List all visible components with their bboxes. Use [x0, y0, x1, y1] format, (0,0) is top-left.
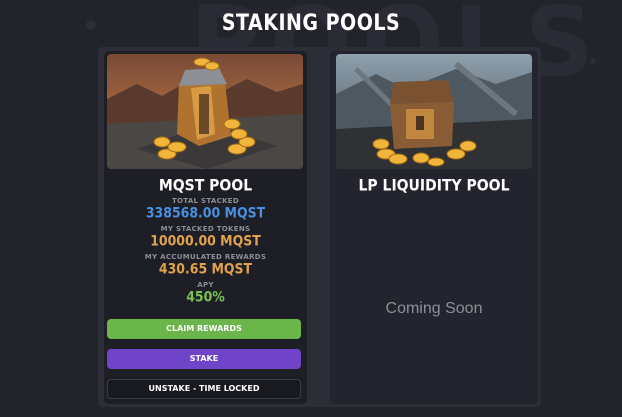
apy-value: 450% [186, 288, 225, 305]
unstake-button[interactable]: UNSTAKE - TIME LOCKED [107, 379, 301, 399]
pool-card-lp: LP LIQUIDITY POOL Coming Soon [330, 51, 538, 404]
treasure-cart-image [107, 54, 303, 169]
pool-card-mqst: MQST POOL TOTAL STACKED 338568.00 MQST M… [104, 51, 307, 404]
treasure-chest-image [336, 54, 532, 169]
stake-button[interactable]: STAKE [107, 349, 301, 369]
claim-rewards-button[interactable]: CLAIM REWARDS [107, 319, 301, 339]
rewards-value: 430.65 MQST [158, 260, 253, 277]
background-dot [590, 58, 596, 64]
my-staked-value: 10000.00 MQST [150, 232, 261, 249]
pool-name: LP LIQUIDITY POOL [358, 176, 510, 196]
total-staked-value: 338568.00 MQST [145, 204, 266, 221]
coming-soon-label: Coming Soon [385, 300, 483, 317]
page-title: STAKING POOLS [221, 10, 401, 36]
pool-name: MQST POOL [158, 176, 253, 196]
